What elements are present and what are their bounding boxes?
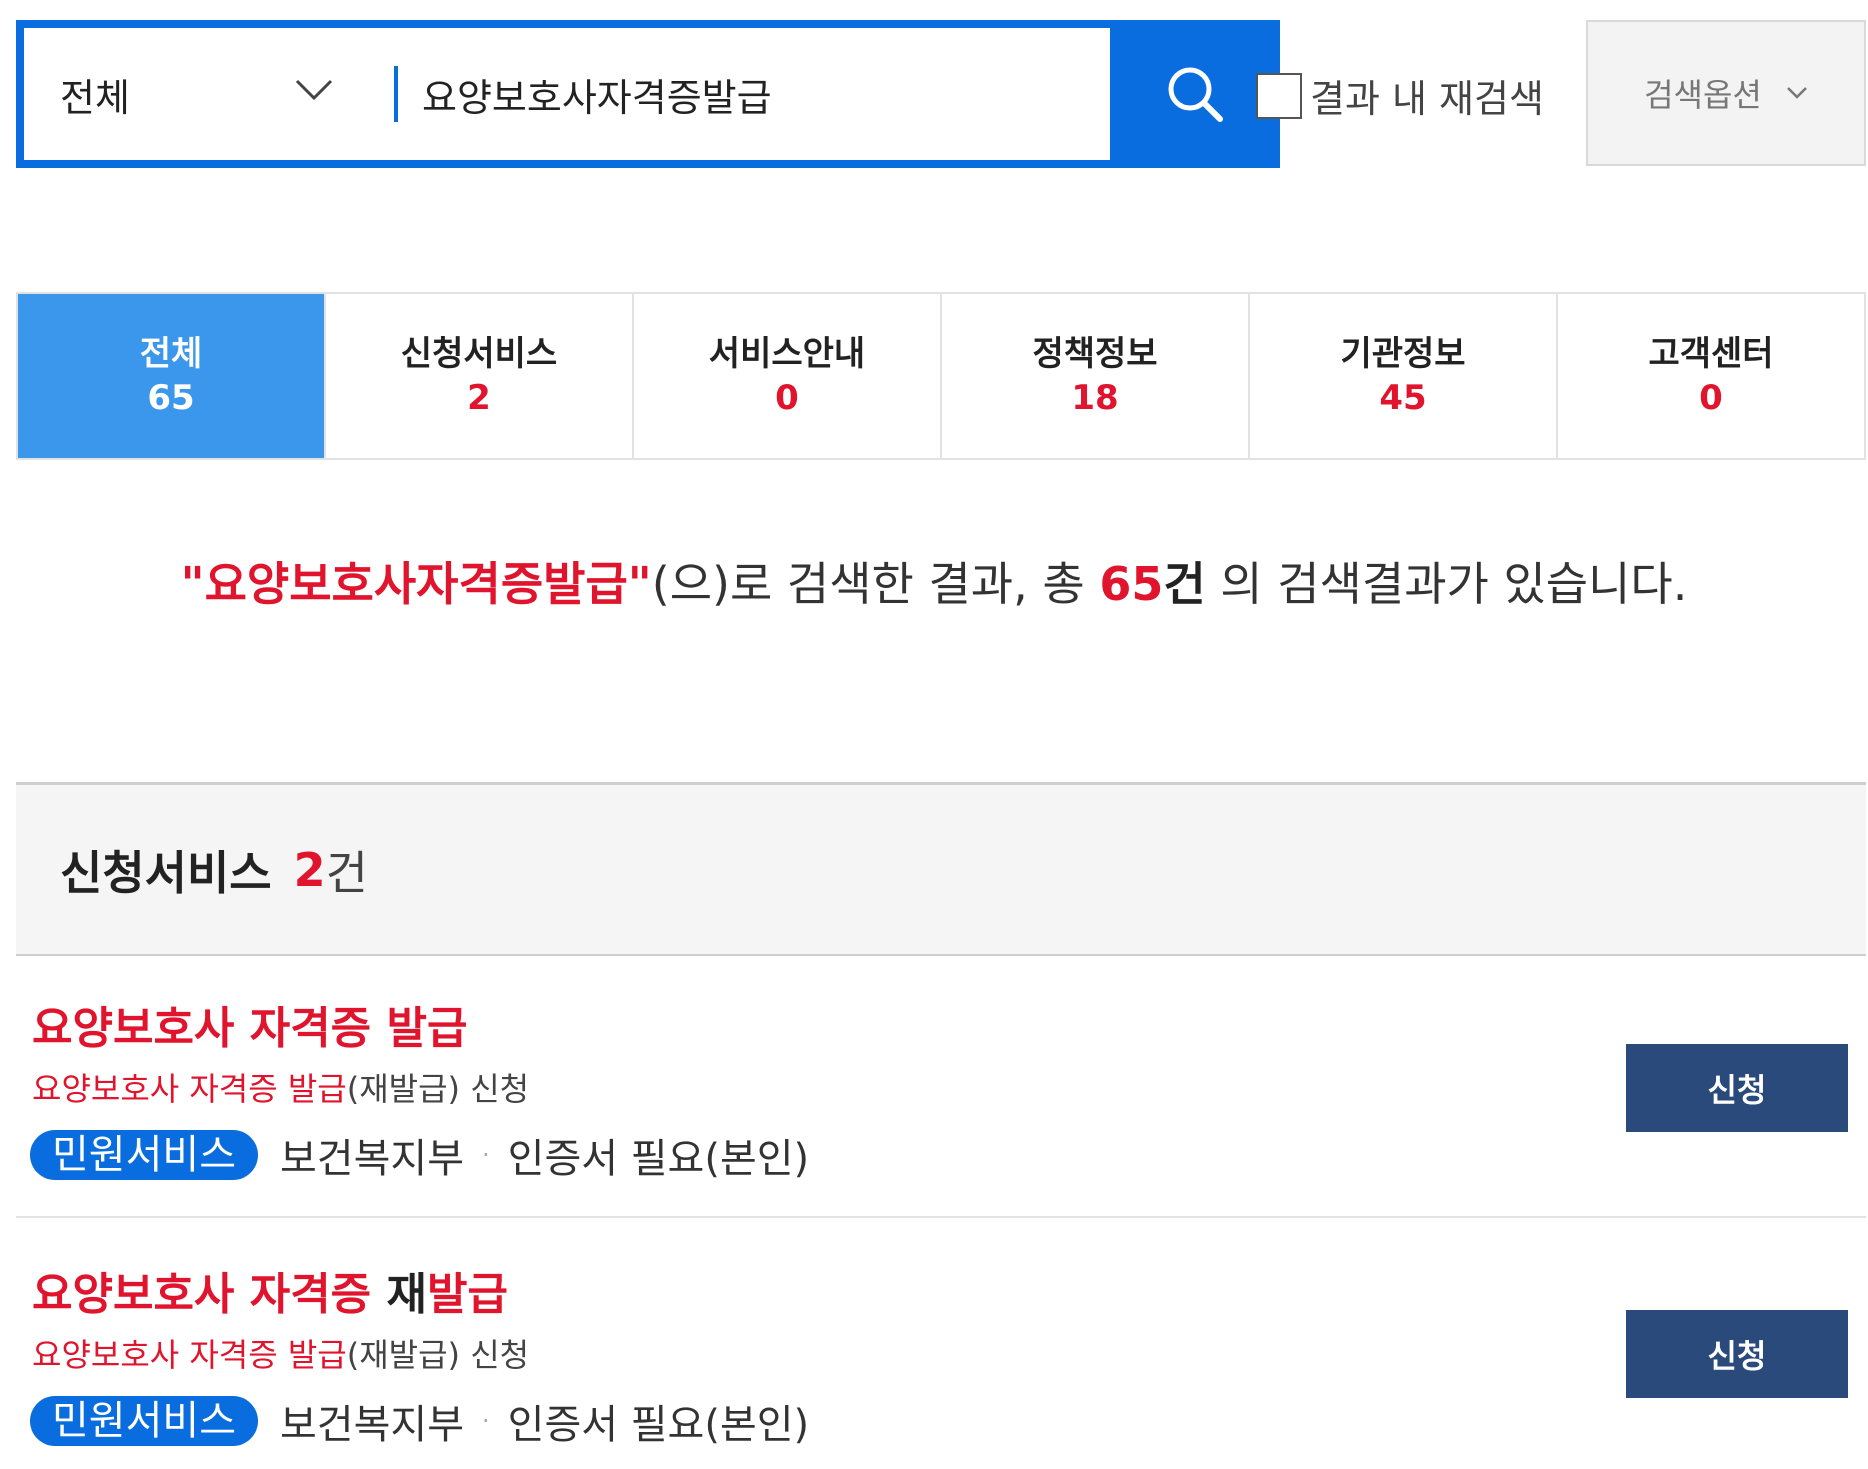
search-bar: 전체 — [16, 20, 1280, 168]
apply-button[interactable]: 신청 — [1626, 1310, 1848, 1398]
search-divider — [394, 66, 398, 122]
search-box: 전체 — [24, 28, 1110, 160]
result-item: 요양보호사 자격증 발급 요양보호사 자격증 발급(재발급) 신청 민원서비스 … — [16, 992, 1866, 1192]
tab-count: 18 — [1071, 378, 1119, 418]
section-count: 2 — [293, 842, 326, 897]
service-type-badge: 민원서비스 — [30, 1396, 258, 1446]
tab-customer-center[interactable]: 고객센터 0 — [1558, 294, 1864, 458]
tab-label: 정책정보 — [1032, 334, 1158, 374]
summary-keyword: "요양보호사자격증발급" — [180, 557, 652, 611]
scope-select[interactable]: 전체 — [24, 28, 394, 160]
category-tabs: 전체 65 신청서비스 2 서비스안내 0 정책정보 18 기관정보 45 고객… — [16, 292, 1866, 460]
tab-label: 서비스안내 — [708, 334, 866, 374]
result-meta: 민원서비스 보건복지부 · 인증서 필요(본인) — [30, 1126, 809, 1184]
tab-count: 0 — [1699, 378, 1723, 418]
result-desc-highlight: 요양보호사 자격증 발급 — [32, 1336, 347, 1374]
tab-label: 고객센터 — [1648, 334, 1774, 374]
tab-label: 신청서비스 — [400, 334, 558, 374]
section-header: 신청서비스 2건 — [16, 782, 1866, 956]
tab-count: 2 — [467, 378, 491, 418]
separator-dot: · — [482, 1407, 490, 1435]
recheck-label: 결과 내 재검색 — [1310, 77, 1544, 121]
service-type-badge: 민원서비스 — [30, 1130, 258, 1180]
cert-requirement: 인증서 필요(본인) — [507, 1136, 810, 1182]
agency-name: 보건복지부 — [280, 1402, 464, 1448]
summary-total: 65 — [1099, 557, 1164, 611]
result-desc-text: (재발급) 신청 — [346, 1070, 530, 1108]
row-divider — [16, 1216, 1866, 1218]
cert-requirement: 인증서 필요(본인) — [507, 1402, 810, 1448]
tab-all[interactable]: 전체 65 — [18, 294, 326, 458]
tab-service-guide[interactable]: 서비스안내 0 — [634, 294, 942, 458]
tab-application-services[interactable]: 신청서비스 2 — [326, 294, 634, 458]
separator-dot: · — [482, 1141, 490, 1169]
result-title-highlight: 발급 — [426, 1269, 508, 1320]
tab-policy-info[interactable]: 정책정보 18 — [942, 294, 1250, 458]
tab-count: 45 — [1379, 378, 1427, 418]
apply-button[interactable]: 신청 — [1626, 1044, 1848, 1132]
result-title-text: 재 — [386, 1269, 427, 1320]
search-summary: "요양보호사자격증발급"(으)로 검색한 결과, 총 65건 의 검색결과가 있… — [0, 548, 1868, 614]
chevron-down-icon — [1786, 87, 1807, 99]
section-title: 신청서비스 — [60, 845, 272, 900]
chevron-down-icon — [295, 79, 333, 101]
result-desc-text: (재발급) 신청 — [346, 1336, 530, 1374]
recheck-checkbox[interactable] — [1256, 72, 1302, 119]
result-title-highlight: 요양보호사 자격증 — [32, 1269, 387, 1320]
result-item: 요양보호사 자격증 재발급 요양보호사 자격증 발급(재발급) 신청 민원서비스… — [16, 1258, 1866, 1458]
search-button[interactable] — [1110, 20, 1280, 168]
result-title[interactable]: 요양보호사 자격증 발급 — [32, 992, 467, 1056]
agency-name: 보건복지부 — [280, 1136, 464, 1182]
result-title-highlight: 요양보호사 자격증 발급 — [32, 1003, 468, 1054]
result-meta: 민원서비스 보건복지부 · 인증서 필요(본인) — [30, 1392, 809, 1450]
search-input[interactable] — [422, 56, 1082, 132]
summary-middle: (으)로 검색한 결과, 총 — [651, 557, 1100, 611]
search-options-label: 검색옵션 — [1644, 76, 1762, 114]
recheck-option: 결과 내 재검색 — [1256, 68, 1544, 123]
search-icon — [1168, 67, 1223, 122]
tab-count: 0 — [775, 378, 799, 418]
tab-agency-info[interactable]: 기관정보 45 — [1250, 294, 1558, 458]
summary-unit: 건 — [1163, 557, 1206, 611]
scope-select-label: 전체 — [60, 75, 130, 120]
search-options-button[interactable]: 검색옵션 — [1586, 20, 1866, 166]
tab-label: 기관정보 — [1340, 334, 1466, 374]
tab-count: 65 — [147, 378, 195, 418]
result-desc-highlight: 요양보호사 자격증 발급 — [32, 1070, 347, 1108]
result-title[interactable]: 요양보호사 자격증 재발급 — [32, 1258, 508, 1322]
result-description: 요양보호사 자격증 발급(재발급) 신청 — [32, 1064, 529, 1110]
section-unit: 건 — [325, 845, 368, 900]
summary-tail: 의 검색결과가 있습니다. — [1205, 557, 1688, 611]
tab-label: 전체 — [139, 334, 203, 374]
result-description: 요양보호사 자격증 발급(재발급) 신청 — [32, 1330, 529, 1376]
